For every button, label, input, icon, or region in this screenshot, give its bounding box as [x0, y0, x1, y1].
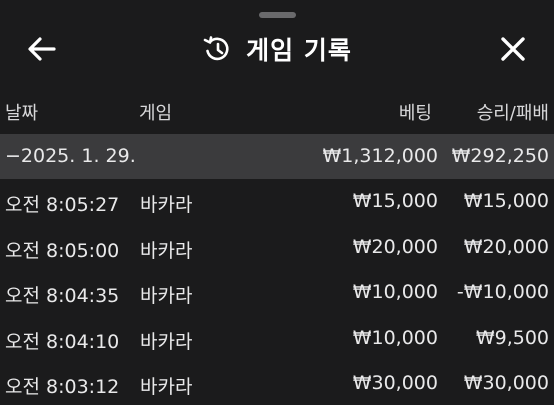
- row-bet: ₩10,000: [352, 281, 438, 303]
- row-time: 오전 8:04:10: [5, 330, 120, 353]
- row-game: 바카라: [140, 330, 193, 353]
- row-bet: ₩10,000: [352, 326, 438, 349]
- row-game: 바카라: [140, 239, 193, 262]
- row-game: 바카라: [140, 194, 193, 216]
- row-result: -₩10,000: [456, 281, 549, 303]
- close-button[interactable]: [498, 34, 528, 64]
- group-date: −2025. 1. 29.: [5, 145, 136, 167]
- row-bet: ₩15,000: [352, 190, 438, 212]
- row-time: 오전 8:05:00: [5, 239, 120, 262]
- row-result: ₩30,000: [463, 372, 549, 394]
- history-row[interactable]: 오전 8:04:10 바카라 ₩10,000 ₩9,500: [0, 316, 554, 362]
- history-row[interactable]: 오전 8:04:35 바카라 ₩10,000 -₩10,000: [0, 270, 554, 316]
- group-bet-total: ₩1,312,000: [322, 145, 438, 167]
- row-game: 바카라: [140, 285, 193, 307]
- date-group-row[interactable]: −2025. 1. 29. ₩1,312,000 ₩292,250: [0, 134, 554, 179]
- row-time: 오전 8:03:12: [5, 376, 120, 398]
- row-result: ₩20,000: [463, 235, 549, 258]
- history-row[interactable]: 오전 8:05:00 바카라 ₩20,000 ₩20,000: [0, 225, 554, 271]
- row-result: ₩15,000: [463, 190, 549, 212]
- page-title: 게임 기록: [246, 36, 352, 65]
- row-time: 오전 8:04:35: [5, 285, 120, 307]
- header: 게임 기록: [0, 26, 554, 72]
- history-icon: [203, 36, 229, 61]
- column-headers: 날짜 게임 베팅 승리/패배: [0, 92, 554, 128]
- row-bet: ₩30,000: [352, 372, 438, 394]
- row-result: ₩9,500: [475, 326, 549, 349]
- column-header-bet[interactable]: 베팅: [399, 99, 432, 125]
- history-row[interactable]: 오전 8:03:12 바카라 ₩30,000 ₩30,000: [0, 361, 554, 405]
- row-bet: ₩20,000: [352, 235, 438, 258]
- column-header-game[interactable]: 게임: [139, 99, 172, 125]
- close-icon: [501, 37, 525, 61]
- game-history-sheet: 게임 기록 날짜 게임 베팅 승리/패배 −2025. 1. 29. ₩1,31…: [0, 0, 554, 405]
- history-list: −2025. 1. 29. ₩1,312,000 ₩292,250 오전 8:0…: [0, 134, 554, 405]
- drag-handle[interactable]: [259, 12, 296, 18]
- column-header-date[interactable]: 날짜: [5, 99, 38, 125]
- row-game: 바카라: [140, 376, 193, 398]
- history-row[interactable]: 오전 8:05:27 바카라 ₩15,000 ₩15,000: [0, 179, 554, 225]
- row-time: 오전 8:05:27: [5, 194, 120, 216]
- column-header-result[interactable]: 승리/패배: [477, 99, 549, 125]
- group-result-total: ₩292,250: [451, 145, 549, 167]
- title-group: 게임 기록: [0, 26, 554, 72]
